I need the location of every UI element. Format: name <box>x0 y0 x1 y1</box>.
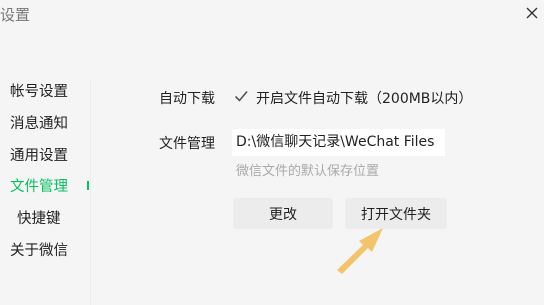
sidebar-divider <box>90 80 91 305</box>
auto-download-label: 自动下载 <box>159 91 215 107</box>
sidebar-item-account[interactable]: 帐号设置 <box>10 80 68 101</box>
sidebar-item-file-management[interactable]: 文件管理 <box>10 175 68 196</box>
title-bar: 设置 <box>0 0 544 26</box>
checkmark-icon <box>234 90 248 102</box>
change-button[interactable]: 更改 <box>233 198 333 229</box>
file-management-label: 文件管理 <box>159 136 215 152</box>
settings-window: 设置 帐号设置 消息通知 通用设置 文件管理 快捷键 关于微信 自动下载 开启文… <box>0 0 544 305</box>
file-path-field[interactable] <box>232 129 445 156</box>
sidebar-item-shortcuts[interactable]: 快捷键 <box>17 207 61 228</box>
close-button[interactable] <box>522 3 542 23</box>
active-indicator <box>87 181 89 190</box>
sidebar-item-about[interactable]: 关于微信 <box>10 239 68 260</box>
close-icon <box>526 7 538 19</box>
file-path-hint: 微信文件的默认保存位置 <box>236 164 380 179</box>
auto-download-checkbox[interactable] <box>233 88 249 104</box>
sidebar-item-general[interactable]: 通用设置 <box>10 144 68 165</box>
sidebar-item-notifications[interactable]: 消息通知 <box>10 112 68 133</box>
auto-download-option-label[interactable]: 开启文件自动下载（200MB以内） <box>256 88 472 108</box>
arrow-pointer-icon <box>337 228 383 274</box>
window-title: 设置 <box>0 6 31 24</box>
